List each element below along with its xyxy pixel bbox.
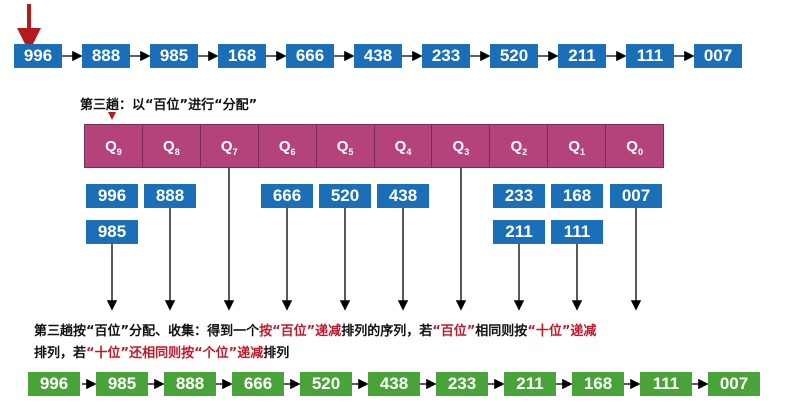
queue-q7: Q7	[201, 125, 259, 167]
bucket-item: 888	[144, 184, 196, 208]
bucket-item: 996	[86, 184, 138, 208]
top-node: 111	[626, 44, 674, 68]
top-node: 666	[286, 44, 334, 68]
top-node: 007	[694, 44, 742, 68]
queue-q8: Q8	[143, 125, 201, 167]
result-node: 211	[504, 372, 556, 396]
bucket-item: 438	[377, 184, 429, 208]
caption-line-2: 排列，若“十位”还相同则按“个位”递减排列	[34, 346, 290, 361]
top-node: 888	[82, 44, 130, 68]
result-node: 233	[436, 372, 488, 396]
queue-q2: Q2	[490, 125, 549, 167]
bucket-item: 985	[86, 220, 138, 244]
bucket-item: 211	[493, 220, 545, 244]
top-node: 233	[422, 44, 470, 68]
queue-q3: Q3	[432, 125, 491, 167]
result-node: 520	[300, 372, 352, 396]
bucket-item: 520	[319, 184, 371, 208]
top-node: 211	[558, 44, 606, 68]
current-queue-marker	[108, 112, 116, 120]
queue-q9: Q9	[85, 125, 143, 167]
caption-line-1: 第三趟按“百位”分配、收集：得到一个按“百位”递减排列的序列，若“百位”相同则按…	[34, 324, 597, 339]
top-node: 520	[490, 44, 538, 68]
pass-label: 第三趟：以“百位”进行“分配”	[80, 98, 258, 113]
bucket-item: 666	[261, 184, 313, 208]
queue-q0: Q0	[626, 138, 643, 157]
result-node: 438	[368, 372, 420, 396]
queue-q5: Q5	[317, 125, 375, 167]
result-node: 996	[28, 372, 80, 396]
top-node: 996	[14, 44, 62, 68]
result-node: 111	[640, 372, 692, 396]
top-node: 985	[150, 44, 198, 68]
bucket-item: 233	[493, 184, 545, 208]
result-node: 168	[572, 372, 624, 396]
queue-q1: Q1	[548, 125, 607, 167]
result-node: 666	[232, 372, 284, 396]
result-node: 985	[96, 372, 148, 396]
bucket-item: 111	[551, 220, 603, 244]
bucket-item: 007	[610, 184, 662, 208]
top-node: 168	[218, 44, 266, 68]
queue-q6: Q6	[259, 125, 317, 167]
bucket-item: 168	[551, 184, 603, 208]
result-node: 007	[708, 372, 760, 396]
top-node: 438	[354, 44, 402, 68]
result-node: 888	[164, 372, 216, 396]
queue-bar: Q9 Q8 Q7 Q6 Q5 Q4 Q3 Q2 Q1 Q0	[84, 124, 664, 168]
queue-q4: Q4	[375, 125, 433, 167]
